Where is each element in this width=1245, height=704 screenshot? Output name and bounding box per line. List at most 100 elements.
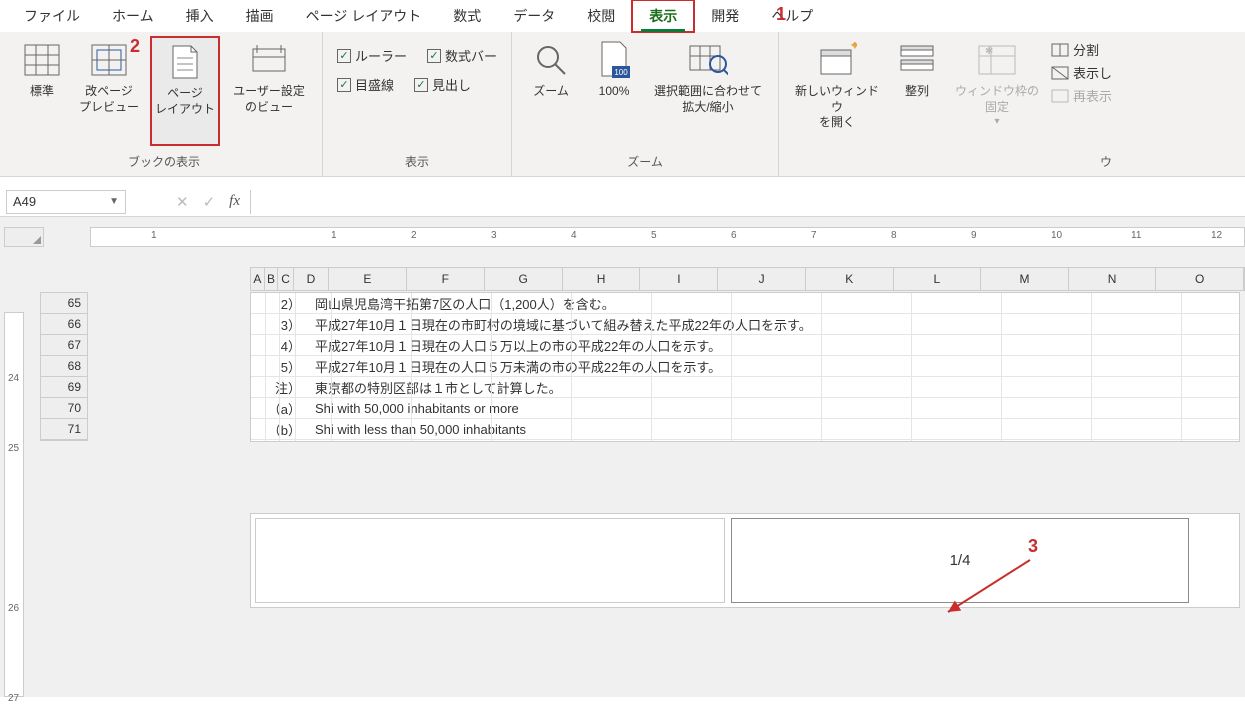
cell-num: 2） — [251, 294, 311, 313]
zoom-100-label: 100% — [599, 84, 630, 100]
ruler-tick: 7 — [811, 230, 817, 241]
formulabar-label: 数式バー — [445, 46, 497, 65]
row-header[interactable]: 69 — [41, 377, 87, 398]
row-headers[interactable]: 65 66 67 68 69 70 71 — [40, 292, 88, 441]
footer-left-section[interactable] — [255, 518, 725, 603]
column-headers[interactable]: A B C D E F G H I J K L M N O — [250, 267, 1245, 291]
col-header[interactable]: J — [718, 268, 806, 290]
menu-file[interactable]: ファイル — [8, 1, 96, 31]
ruler-tick: 11 — [1131, 230, 1141, 241]
unhide-icon — [1051, 89, 1069, 103]
page-footer-area[interactable]: 1/4 — [250, 513, 1240, 608]
ruler-checkbox[interactable]: ✓ルーラー — [337, 46, 407, 65]
row-header[interactable]: 70 — [41, 398, 87, 419]
headings-checkbox[interactable]: ✓見出し — [414, 75, 471, 94]
arrange-all-button[interactable]: 整列 — [891, 36, 943, 146]
ruler-tick: 12 — [1211, 230, 1222, 241]
col-header[interactable]: M — [981, 268, 1069, 290]
menu-view[interactable]: 表示 — [631, 0, 695, 33]
cell-text: 岡山県児島湾干拓第7区の人口（1,200人）を含む。 — [311, 294, 1239, 313]
split-label: 分割 — [1073, 40, 1099, 59]
menu-pagelayout[interactable]: ページ レイアウト — [290, 1, 438, 31]
col-header[interactable]: G — [485, 268, 563, 290]
cell-num: （a） — [251, 399, 311, 418]
group-show-label: 表示 — [405, 151, 429, 174]
custom-views-label: ユーザー設定 のビュー — [233, 84, 305, 115]
col-header[interactable]: N — [1069, 268, 1157, 290]
ribbon-group-window: ✦ 新しいウィンドウ を開く 整列 ✱ ウィンドウ枠の 固定 ▾ 分割 表示し — [779, 32, 1112, 176]
name-box-value: A49 — [13, 194, 36, 209]
normal-view-icon — [22, 40, 62, 80]
zoom-button[interactable]: ズーム — [522, 36, 580, 146]
custom-views-button[interactable]: ユーザー設定 のビュー — [226, 36, 312, 146]
cancel-icon[interactable]: ✕ — [176, 193, 189, 211]
col-header[interactable]: E — [329, 268, 407, 290]
menu-data[interactable]: データ — [497, 1, 571, 31]
row-header[interactable]: 71 — [41, 419, 87, 440]
pagelayout-view-button[interactable]: ページ レイアウト — [150, 36, 220, 146]
page-content[interactable]: 2）岡山県児島湾干拓第7区の人口（1,200人）を含む。 3）平成27年10月１… — [250, 292, 1240, 442]
menu-insert[interactable]: 挿入 — [170, 1, 230, 31]
col-header[interactable]: A — [251, 268, 265, 290]
chevron-down-icon[interactable]: ▼ — [109, 196, 119, 207]
ruler-label: ルーラー — [355, 46, 407, 65]
col-header[interactable]: O — [1156, 268, 1244, 290]
new-window-button[interactable]: ✦ 新しいウィンドウ を開く — [789, 36, 885, 146]
col-header[interactable]: I — [640, 268, 718, 290]
window-side-options: 分割 表示し 再表示 — [1051, 36, 1112, 105]
col-header[interactable]: K — [806, 268, 894, 290]
pagebreak-icon — [89, 40, 129, 80]
ruler-tick: 6 — [731, 230, 737, 241]
menu-draw[interactable]: 描画 — [230, 1, 290, 31]
row-header[interactable]: 67 — [41, 335, 87, 356]
horizontal-ruler: 1 1 2 3 4 5 6 7 8 9 10 11 12 — [90, 227, 1245, 247]
row-header[interactable]: 66 — [41, 314, 87, 335]
zoom-100-button[interactable]: 100 100% — [586, 36, 642, 146]
new-window-label: 新しいウィンドウ を開く — [791, 84, 883, 131]
gridlines-checkbox[interactable]: ✓目盛線 — [337, 75, 394, 94]
fx-icon[interactable]: fx — [229, 193, 240, 210]
ruler-tick: 8 — [891, 230, 897, 241]
menu-help[interactable]: ヘルプ — [755, 1, 829, 31]
formulabar-checkbox[interactable]: ✓数式バー — [427, 46, 497, 65]
ruler-tick: 4 — [571, 230, 577, 241]
ruler-tick: 2 — [411, 230, 417, 241]
menu-home[interactable]: ホーム — [96, 1, 170, 31]
col-header[interactable]: L — [894, 268, 982, 290]
hide-button[interactable]: 表示し — [1051, 63, 1112, 82]
col-header[interactable]: F — [407, 268, 485, 290]
footer-center-section[interactable]: 1/4 — [731, 518, 1189, 603]
worksheet-area: 1 1 2 3 4 5 6 7 8 9 10 11 12 24 25 26 27… — [0, 217, 1245, 697]
menu-formulas[interactable]: 数式 — [437, 1, 497, 31]
cell-num: （b） — [251, 420, 311, 439]
col-header[interactable]: H — [563, 268, 641, 290]
row-header[interactable]: 68 — [41, 356, 87, 377]
cell-num: 4） — [251, 336, 311, 355]
col-header[interactable]: B — [265, 268, 279, 290]
menubar: ファイル ホーム 挿入 描画 ページ レイアウト 数式 データ 校閲 表示 開発… — [0, 0, 1245, 32]
select-all-corner[interactable] — [4, 227, 44, 247]
ruler-tick: 1 — [151, 230, 157, 241]
col-header[interactable]: C — [278, 268, 294, 290]
ruler-tick: 3 — [491, 230, 497, 241]
menu-developer[interactable]: 開発 — [695, 1, 755, 31]
ribbon: 標準 改ページ プレビュー ページ レイアウト ユーザー設定 のビュー — [0, 32, 1245, 177]
hide-label: 表示し — [1073, 63, 1112, 82]
name-box[interactable]: A49 ▼ — [6, 190, 126, 214]
zoom-selection-button[interactable]: 選択範囲に合わせて 拡大/縮小 — [648, 36, 768, 146]
freeze-icon: ✱ — [977, 40, 1017, 80]
menu-review[interactable]: 校閲 — [571, 1, 631, 31]
row-header[interactable]: 65 — [41, 293, 87, 314]
ribbon-group-zoom: ズーム 100 100% 選択範囲に合わせて 拡大/縮小 ズーム — [512, 32, 779, 176]
col-header[interactable]: D — [294, 268, 329, 290]
formula-input[interactable] — [250, 190, 1245, 214]
cell-num: 3） — [251, 315, 311, 334]
ruler-tick: 24 — [8, 373, 19, 384]
pagelayout-icon — [165, 42, 205, 82]
split-button[interactable]: 分割 — [1051, 40, 1112, 59]
pagebreak-preview-button[interactable]: 改ページ プレビュー — [74, 36, 144, 146]
normal-view-button[interactable]: 標準 — [16, 36, 68, 146]
hide-icon — [1051, 66, 1069, 80]
enter-icon[interactable]: ✓ — [203, 193, 216, 211]
ruler-tick: 9 — [971, 230, 977, 241]
